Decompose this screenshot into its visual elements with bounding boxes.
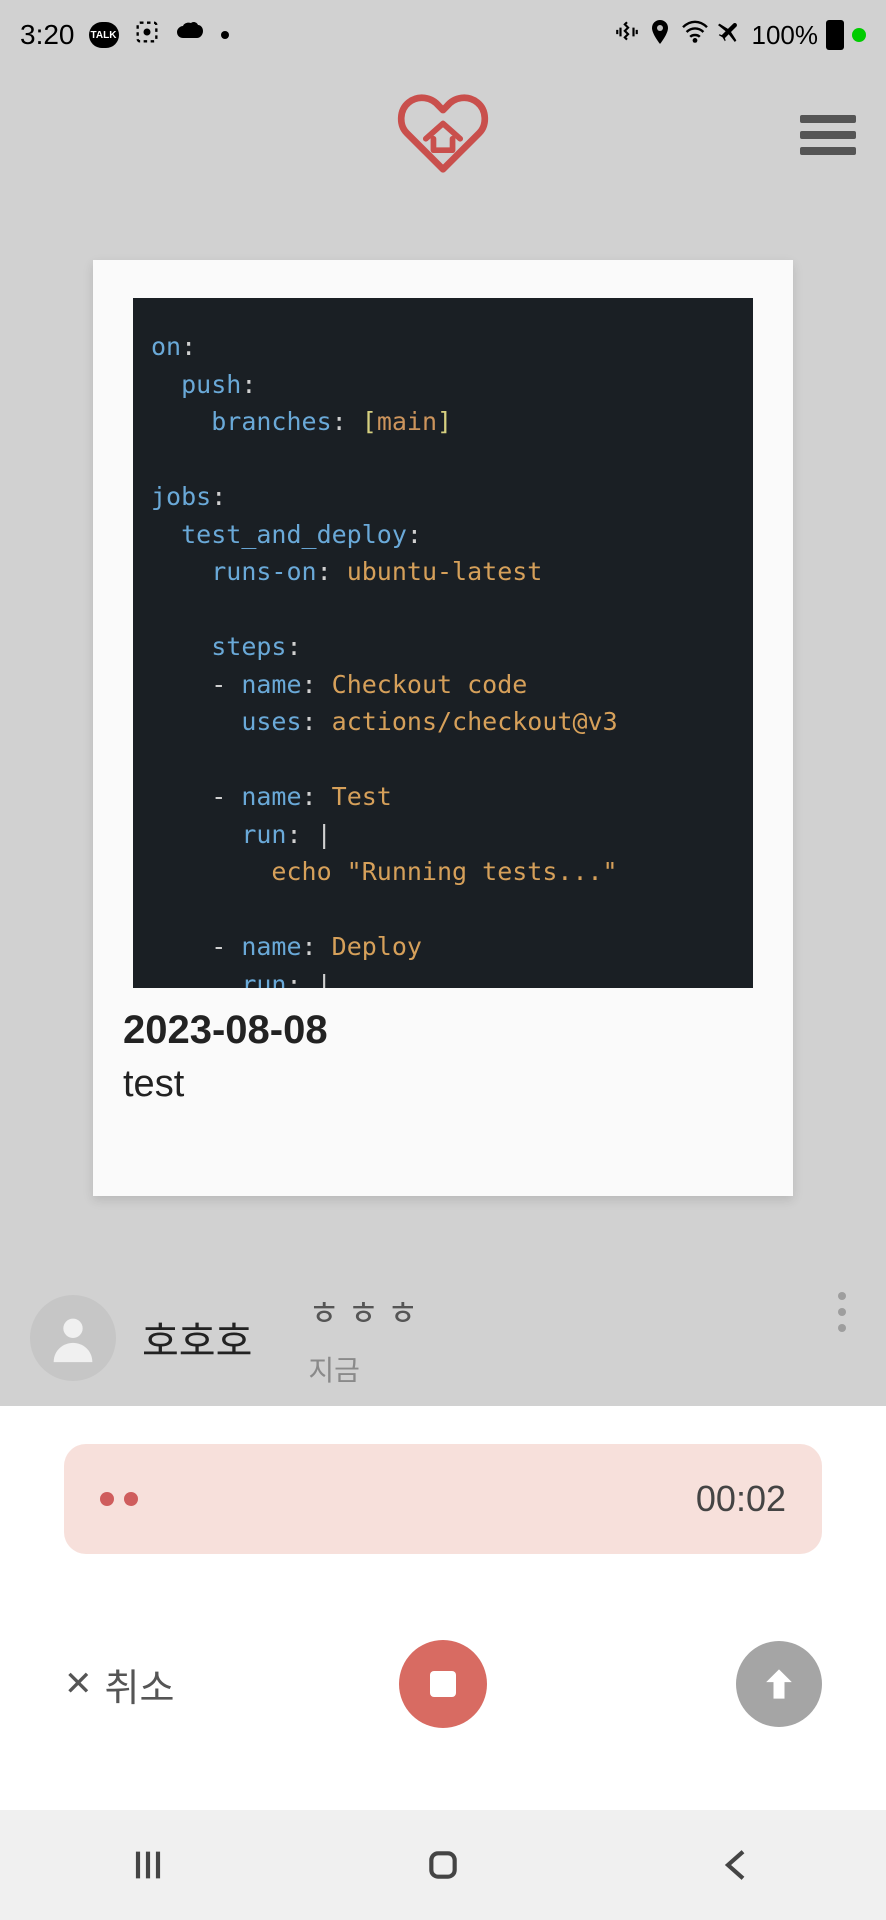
close-icon: ✕ [64,1664,93,1704]
cancel-label: 취소 [105,1657,175,1712]
location-icon [648,18,672,53]
stop-record-button[interactable] [399,1640,487,1728]
post-card[interactable]: on: push: branches: [main] jobs: test_an… [93,260,793,1196]
notification-dot-icon [221,31,229,39]
audio-progress: 00:02 [64,1444,822,1554]
talk-icon: TALK [89,22,119,48]
menu-button[interactable] [800,115,856,155]
app-logo-icon [395,91,491,180]
cancel-button[interactable]: ✕ 취소 [64,1657,174,1712]
airplane-icon [718,19,744,52]
battery-percent: 100% [752,20,819,51]
back-button[interactable] [708,1842,768,1888]
comment-author: 호호호 [142,1309,252,1367]
post-title: test [123,1063,763,1106]
mic-active-icon [852,28,866,42]
status-bar: 3:20 TALK 100% [0,0,886,70]
send-button[interactable] [736,1641,822,1727]
avatar[interactable] [30,1295,116,1381]
battery-icon [826,20,844,50]
home-button[interactable] [413,1842,473,1888]
system-navbar [0,1810,886,1920]
dimmed-overlay: 3:20 TALK 100% [0,0,886,1406]
recording-dots-icon [100,1492,138,1506]
cloud-icon [175,19,207,51]
recorder-sheet: 00:02 ✕ 취소 [0,1406,886,1744]
screen-record-icon [133,18,161,53]
vibrate-icon [614,19,640,52]
comment-menu-button[interactable] [838,1292,846,1332]
wifi-icon [680,20,710,51]
comment-time: 지금 [308,1349,426,1389]
recents-button[interactable] [118,1842,178,1888]
stop-icon [430,1671,456,1697]
recording-timer: 00:02 [696,1478,786,1520]
comment-text: ㅎㅎㅎ [308,1286,426,1335]
post-date: 2023-08-08 [123,1008,763,1053]
app-header [0,70,886,200]
status-time: 3:20 [20,19,75,51]
arrow-up-icon [757,1662,801,1706]
comment-row: 호호호 ㅎㅎㅎ 지금 [30,1286,856,1389]
code-image: on: push: branches: [main] jobs: test_an… [133,298,753,988]
